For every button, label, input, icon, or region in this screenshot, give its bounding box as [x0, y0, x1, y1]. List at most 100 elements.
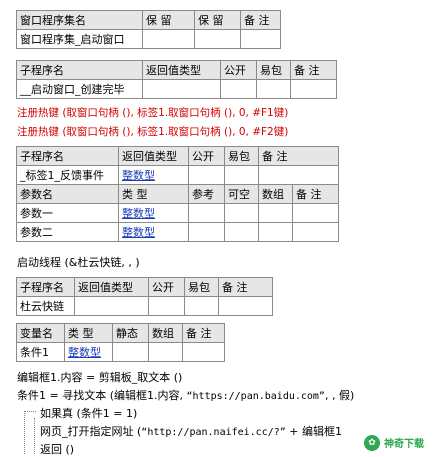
header-cell: 数组 [148, 323, 183, 343]
header-cell: 静态 [112, 323, 149, 343]
param-row[interactable]: 参数二 整数型 [16, 222, 339, 242]
flow-guide-inner [34, 418, 35, 454]
table-cell[interactable] [292, 222, 339, 242]
leaf-icon: ✿ [364, 434, 380, 451]
code-text: + 编辑框1 [285, 425, 343, 438]
table-cell[interactable]: 条件1 [16, 342, 65, 362]
string-literal: “https://pan.baidu.com” [186, 391, 325, 402]
string-literal: “http://pan.naifei.cc/?” [141, 427, 286, 438]
table-row[interactable]: __启动窗口_创建完毕 [16, 79, 337, 99]
header-cell: 备 注 [218, 277, 273, 297]
header-cell: 窗口程序集名 [16, 10, 143, 30]
table-cell[interactable] [240, 29, 281, 49]
table-cell[interactable] [182, 342, 225, 362]
table-cell[interactable] [188, 165, 225, 185]
table-cell[interactable]: 杜云快链 [16, 296, 75, 316]
param-row[interactable]: 参数一 整数型 [16, 203, 339, 223]
header-cell: 备 注 [258, 146, 339, 166]
table-cell: 整数型 [118, 165, 189, 185]
table-row[interactable]: 杜云快链 [16, 296, 273, 316]
code-line-3[interactable]: 如果真 (条件1 = 1) [40, 405, 137, 421]
flow-guide-vertical [24, 411, 25, 454]
header-cell: 类 型 [118, 184, 189, 204]
window-set-table: 窗口程序集名 保 留 保 留 备 注 窗口程序集_启动窗口 [16, 10, 281, 49]
code-line-1[interactable]: 编辑框1.内容 = 剪辑板_取文本 () [17, 369, 182, 385]
header-cell: 数组 [258, 184, 293, 204]
header-cell: 参数名 [16, 184, 119, 204]
header-cell: 返回值类型 [74, 277, 149, 297]
header-cell: 返回值类型 [142, 60, 221, 80]
table-cell: 整数型 [64, 342, 113, 362]
table-header-row: 变量名 类 型 静态 数组 备 注 [16, 323, 225, 343]
table-cell[interactable] [194, 29, 241, 49]
table-cell[interactable] [220, 79, 257, 99]
table-cell[interactable] [142, 29, 195, 49]
table-cell[interactable] [112, 342, 149, 362]
table-cell[interactable] [74, 296, 149, 316]
table-cell[interactable] [188, 222, 225, 242]
table-row[interactable]: 窗口程序集_启动窗口 [16, 29, 281, 49]
type-link[interactable]: 整数型 [122, 226, 155, 239]
table-cell[interactable]: 参数二 [16, 222, 119, 242]
header-cell: 易包 [256, 60, 291, 80]
header-cell: 易包 [224, 146, 259, 166]
header-cell: 备 注 [182, 323, 225, 343]
table-header-row: 子程序名 返回值类型 公开 易包 备 注 [16, 60, 337, 80]
header-cell: 子程序名 [16, 60, 143, 80]
table-cell[interactable] [218, 296, 273, 316]
table-cell[interactable] [290, 79, 337, 99]
header-cell: 备 注 [292, 184, 339, 204]
table-header-row: 窗口程序集名 保 留 保 留 备 注 [16, 10, 281, 30]
header-cell: 可空 [224, 184, 259, 204]
table-cell[interactable] [188, 203, 225, 223]
subroutine-table-3: 子程序名 返回值类型 公开 易包 备 注 杜云快链 [16, 277, 273, 316]
table-cell[interactable] [224, 165, 259, 185]
header-cell: 变量名 [16, 323, 65, 343]
type-link[interactable]: 整数型 [68, 346, 101, 359]
subroutine-table-1: 子程序名 返回值类型 公开 易包 备 注 __启动窗口_创建完毕 [16, 60, 337, 99]
table-header-row: 子程序名 返回值类型 公开 易包 备 注 [16, 277, 273, 297]
code-line-4[interactable]: 网页_打开指定网址 (“http://pan.naifei.cc/?” + 编辑… [40, 423, 342, 439]
header-cell: 公开 [148, 277, 185, 297]
table-cell[interactable]: 窗口程序集_启动窗口 [16, 29, 143, 49]
table-row[interactable]: _标签1_反馈事件 整数型 [16, 165, 339, 185]
table-cell: 整数型 [118, 203, 189, 223]
subroutine-table-2: 子程序名 返回值类型 公开 易包 备 注 _标签1_反馈事件 整数型 参数名 类… [16, 146, 339, 242]
header-cell: 备 注 [240, 10, 281, 30]
table-cell[interactable] [258, 165, 339, 185]
flow-guide-horizontal [24, 411, 36, 412]
table-cell[interactable] [224, 203, 259, 223]
variable-table: 变量名 类 型 静态 数组 备 注 条件1 整数型 [16, 323, 225, 362]
code-line-2[interactable]: 条件1 = 寻找文本 (编辑框1.内容, “https://pan.baidu.… [17, 387, 354, 403]
table-cell: 整数型 [118, 222, 189, 242]
type-link[interactable]: 整数型 [122, 169, 155, 182]
table-cell[interactable] [142, 79, 221, 99]
table-cell[interactable] [258, 222, 293, 242]
table-cell[interactable] [148, 296, 185, 316]
header-cell: 返回值类型 [118, 146, 189, 166]
table-cell[interactable]: 参数一 [16, 203, 119, 223]
header-cell: 子程序名 [16, 146, 119, 166]
header-cell: 保 留 [142, 10, 195, 30]
table-cell[interactable]: __启动窗口_创建完毕 [16, 79, 143, 99]
table-cell[interactable] [224, 222, 259, 242]
code-text: 条件1 = 寻找文本 (编辑框1.内容, [17, 389, 187, 402]
header-cell: 公开 [220, 60, 257, 80]
code-line-5[interactable]: 返回 () [40, 441, 74, 457]
table-cell[interactable] [292, 203, 339, 223]
table-cell[interactable] [184, 296, 219, 316]
table-row[interactable]: 条件1 整数型 [16, 342, 225, 362]
code-text: 网页_打开指定网址 ( [40, 425, 142, 438]
header-cell: 子程序名 [16, 277, 75, 297]
code-line-hotkey-2[interactable]: 注册热键 (取窗口句柄 (), 标签1.取窗口句柄 (), 0, #F2键) [17, 124, 288, 139]
code-line-hotkey-1[interactable]: 注册热键 (取窗口句柄 (), 标签1.取窗口句柄 (), 0, #F1键) [17, 105, 288, 120]
header-cell: 参考 [188, 184, 225, 204]
code-line-start-thread[interactable]: 启动线程 (&杜云快链, , ) [17, 254, 140, 270]
type-link[interactable]: 整数型 [122, 207, 155, 220]
table-cell[interactable]: _标签1_反馈事件 [16, 165, 119, 185]
table-cell[interactable] [148, 342, 183, 362]
table-cell[interactable] [258, 203, 293, 223]
header-cell: 备 注 [290, 60, 337, 80]
param-header-row: 参数名 类 型 参考 可空 数组 备 注 [16, 184, 339, 204]
table-cell[interactable] [256, 79, 291, 99]
